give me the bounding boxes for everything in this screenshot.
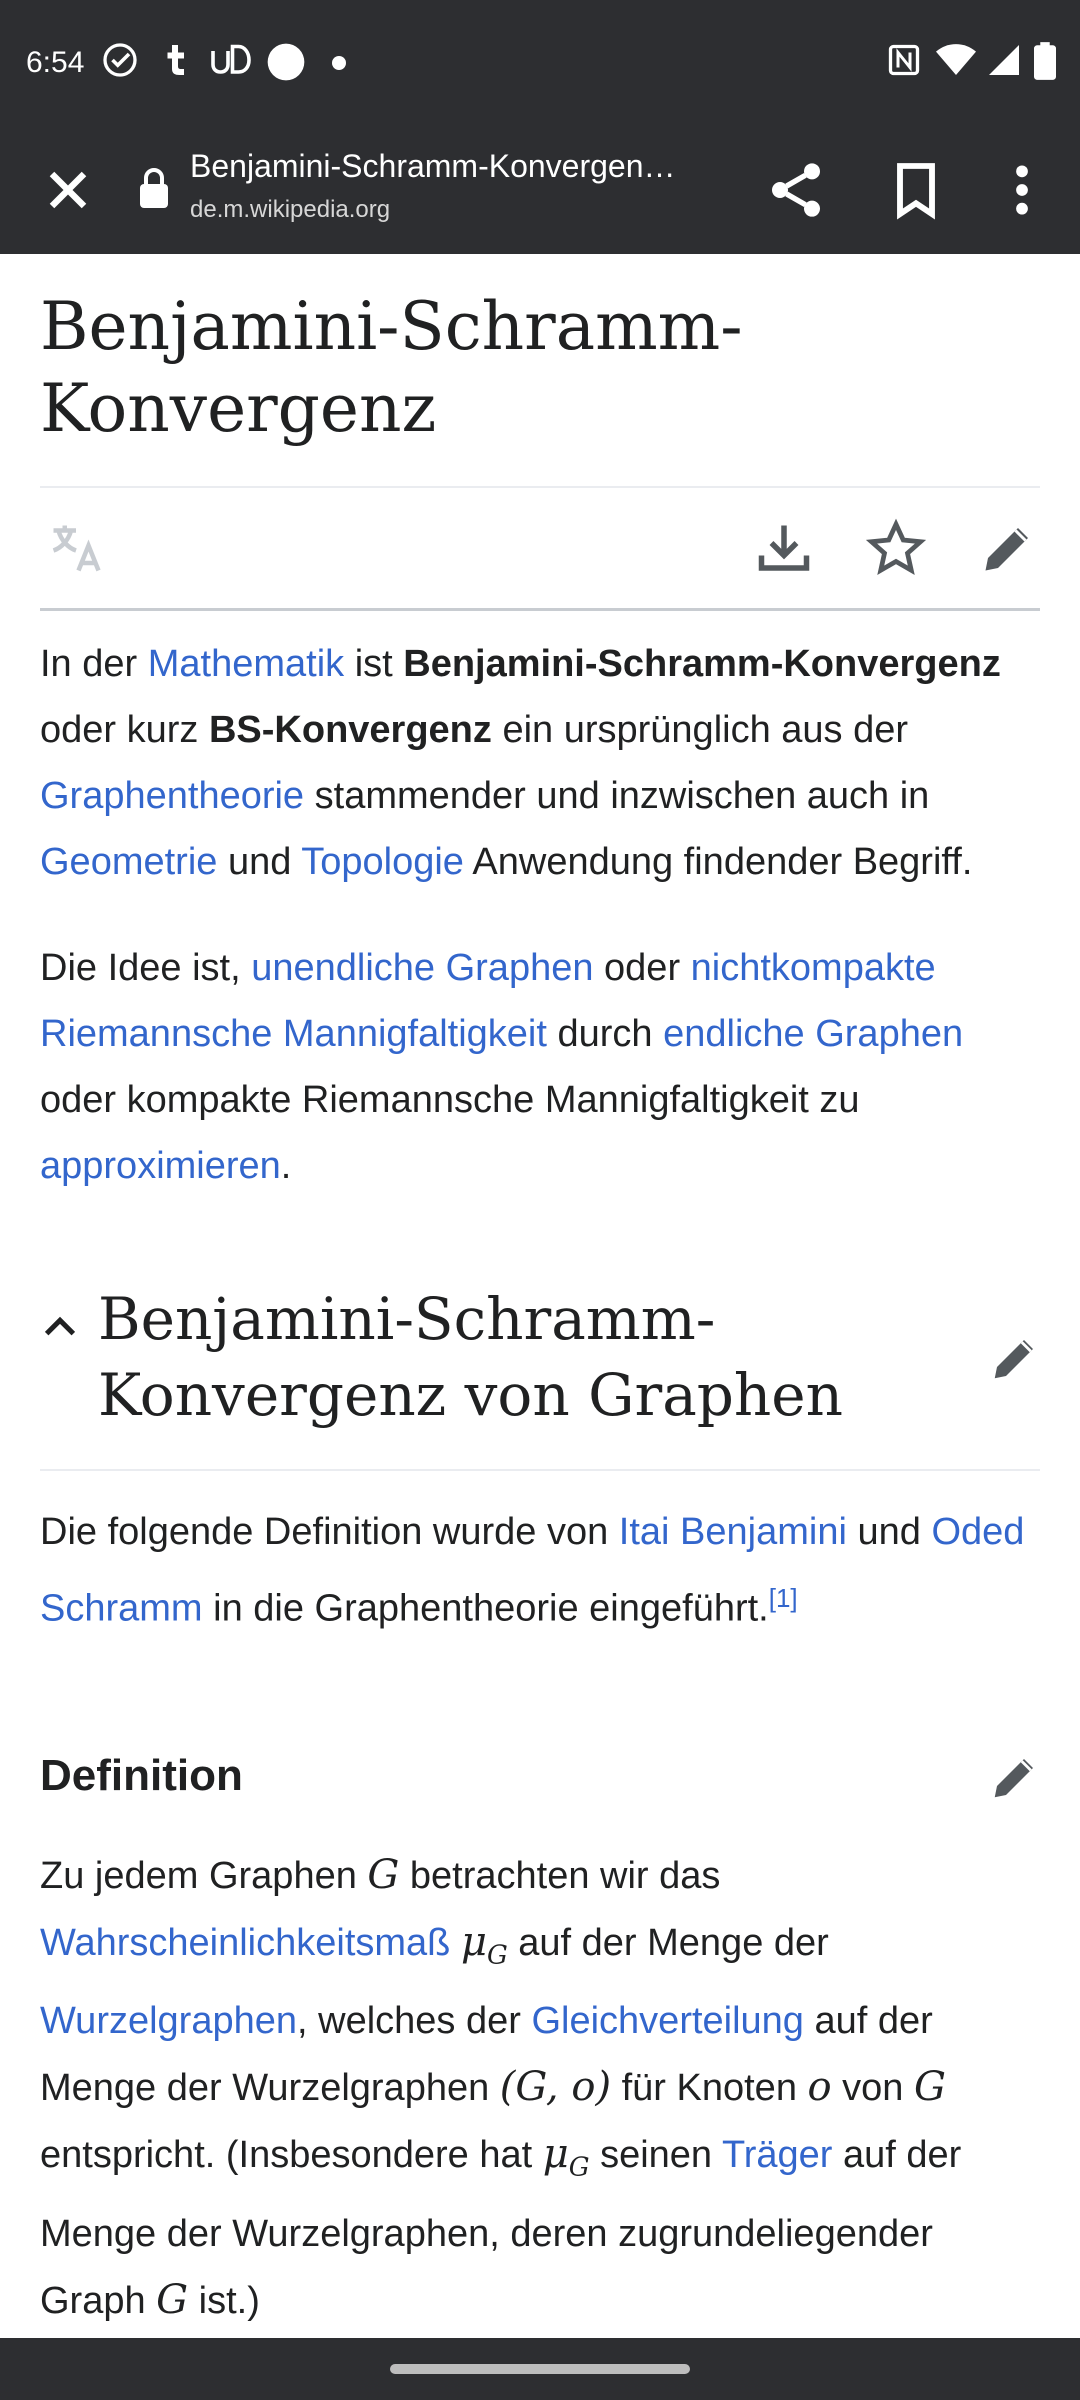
text: von [831,2067,914,2110]
text: durch [546,1013,664,1055]
reference-link[interactable]: [1] [769,1583,798,1613]
text: seinen [589,2134,722,2177]
text: In der [40,643,148,685]
battery-icon [1034,42,1056,80]
article-title-line2: Konvergenz [40,370,437,447]
text: , welches der [297,2000,532,2043]
nfc-icon [888,44,920,76]
text: und [846,1511,932,1553]
wifi-icon [936,44,976,75]
text: Anwendung findender Begriff. [463,841,973,883]
intro-paragraph: In der Mathematik ist Benjamini-Schramm-… [40,631,1040,895]
section-title: Benjamini-Schramm- Konvergenz von Graphe… [40,1281,958,1433]
math-G-o: (G, o) [499,2064,612,2111]
article-title: Benjamini-Schramm- Konvergenz [40,286,1040,450]
edit-section-icon[interactable] [988,1331,1042,1385]
check-circle-icon [103,43,137,77]
text: für Knoten [611,2067,808,2110]
edit-subsection-icon[interactable] [988,1750,1042,1804]
link-unendliche-graphen[interactable]: unendliche Graphen [251,947,593,989]
text: ein ursprünglich aus der [491,709,909,751]
system-nav-bar [0,2338,1080,2400]
article-content: Benjamini-Schramm- Konvergenz In der Mat… [40,254,1040,2334]
idea-paragraph: Die Idee ist, unendliche Graphen oder ni… [40,935,1040,1199]
download-icon[interactable] [754,518,814,578]
math-G: G [156,2276,189,2323]
ud-icon [211,44,251,74]
link-geometrie[interactable]: Geometrie [40,841,217,883]
subsection-header-definition: Definition [40,1746,1040,1806]
text: oder [593,947,691,989]
link-wurzelgraphen[interactable]: Wurzelgraphen [40,2000,297,2042]
text: oder kurz [40,709,209,751]
chevron-up-icon[interactable] [40,1307,80,1347]
math-o: o [807,2064,832,2111]
subsection-title: Definition [40,1750,243,1800]
math-mu: μ [460,1918,487,1965]
definition-intro-paragraph: Die folgende Definition wurde von Itai B… [40,1499,1040,1642]
definition-paragraph: Zu jedem Graphen G betrachten wir das Wa… [40,1842,1040,2334]
link-gleichverteilung[interactable]: Gleichverteilung [531,2000,803,2042]
status-time: 6:54 [26,46,85,79]
math-G: G [367,1851,400,1898]
link-topologie[interactable]: Topologie [301,841,464,883]
bookmark-icon[interactable] [884,158,948,222]
dot-icon [332,56,346,70]
link-graphentheorie[interactable]: Graphentheorie [40,775,304,817]
text: Die Idee ist, [40,947,252,989]
share-icon[interactable] [764,158,828,222]
text: . [280,1145,292,1187]
math-mu-subscript: G [568,2152,590,2183]
math-mu-subscript: G [486,1940,508,1971]
home-gesture-handle[interactable] [390,2364,690,2374]
text: betrachten wir das [399,1854,721,1897]
signal-icon [989,45,1019,75]
star-icon[interactable] [866,518,926,578]
bold-term: Benjamini-Schramm-Konvergenz [403,643,1001,685]
text: und [217,841,302,883]
page-domain[interactable]: de.m.wikipedia.org [190,196,390,224]
link-approximieren[interactable]: approximieren [40,1145,281,1187]
section-title-line1: Benjamini-Schramm- [98,1285,716,1353]
page-url-title[interactable]: Benjamini-Schramm-Konvergen… [190,148,720,185]
text: in die Graphentheorie eingeführt. [202,1587,769,1630]
page-actions [40,488,1040,608]
status-bar: 6:54 [0,0,1080,128]
text: ist [344,643,404,685]
link-itai-benjamini[interactable]: Itai Benjamini [619,1511,847,1553]
article-title-line1: Benjamini-Schramm- [40,288,743,365]
link-wahrscheinlichkeitsmass[interactable]: Wahrscheinlichkeitsmaß [40,1922,450,1964]
text: oder kompakte Riemannsche Mannigfaltigke… [40,1079,860,1121]
bold-term: BS-Konvergenz [208,709,492,751]
circle-icon [267,43,305,81]
text: Zu jedem Graphen [40,1854,368,1897]
text: auf der Menge der [507,1921,829,1964]
close-icon[interactable] [36,158,100,222]
math-mu: μ [542,2131,569,2178]
section-title-line2: Konvergenz von Graphen [98,1361,843,1429]
more-vert-icon[interactable] [990,158,1054,222]
text: ist.) [188,2279,260,2322]
text: entspricht. (Insbesondere hat [40,2134,543,2177]
math-G: G [914,2064,946,2111]
link-traeger[interactable]: Träger [722,2134,833,2176]
edit-icon[interactable] [978,518,1038,578]
link-mathematik[interactable]: Mathematik [148,643,344,685]
language-icon[interactable] [46,518,106,578]
text: stammender und inzwischen auch in [304,775,930,817]
text: Die folgende Definition wurde von [40,1511,619,1553]
tumblr-icon [167,45,184,75]
lock-icon [140,168,168,208]
link-endliche-graphen[interactable]: endliche Graphen [663,1013,963,1055]
browser-toolbar: Benjamini-Schramm-Konvergen… de.m.wikipe… [0,128,1080,254]
section-header-graphen[interactable]: Benjamini-Schramm- Konvergenz von Graphe… [40,1281,1040,1433]
